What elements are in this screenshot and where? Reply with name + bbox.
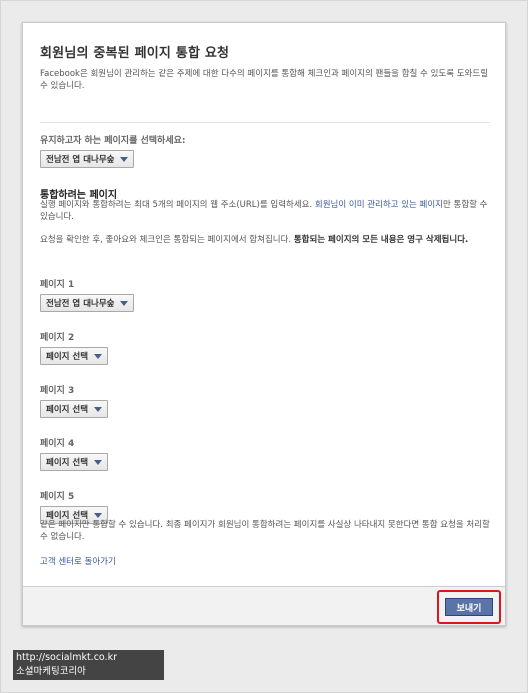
dropdown-arrow-icon <box>94 353 103 359</box>
dropdown-arrow-icon <box>94 406 103 412</box>
page-4-select-value: 페이지 선택 <box>46 458 89 468</box>
review-note: 요청을 확인한 후, 좋아요와 체크인은 통합되는 페이지에서 합쳐집니다. 통… <box>40 234 492 246</box>
keep-page-select-value: 전남전 엽 대나무숲 <box>46 155 115 165</box>
intro-text: Facebook은 회원님이 관리하는 같은 주제에 대한 다수의 페이지를 통… <box>40 69 489 91</box>
watermark: http://socialmkt.co.kr 소셜마케팅코리아 <box>13 650 164 680</box>
review-note-text: 요청을 확인한 후, 좋아요와 체크인은 통합되는 페이지에서 합쳐집니다. <box>40 235 294 245</box>
page-2-select-value: 페이지 선택 <box>46 352 89 362</box>
watermark-name: 소셜마케팅코리아 <box>16 666 86 677</box>
page-5-label: 페이지 5 <box>40 492 75 502</box>
dropdown-arrow-icon <box>94 512 103 518</box>
page-title: 회원님의 중복된 페이지 통합 요청 <box>40 46 230 61</box>
merge-description-text: 실행 페이지와 통합하려는 최대 5개의 페이지의 웹 주소(URL)를 입력하… <box>40 200 315 210</box>
help-center-link[interactable]: 고객 센터로 돌아가기 <box>40 556 492 568</box>
dropdown-arrow-icon <box>120 300 129 306</box>
page-1-select-value: 전남전 엽 대나무숲 <box>46 299 115 309</box>
managed-pages-link[interactable]: 회원님이 이미 관리하고 있는 페이지 <box>315 200 443 210</box>
page-3-select-value: 페이지 선택 <box>46 405 89 415</box>
divider <box>40 122 490 123</box>
keep-page-select[interactable]: 전남전 엽 대나무숲 <box>40 150 135 168</box>
keep-page-label: 유지하고자 하는 페이지를 선택하세요: <box>40 136 186 146</box>
review-note-warning: 통합되는 페이지의 모든 내용은 영구 삭제됩니다. <box>293 235 469 245</box>
dialog-footer: 보내기 <box>23 586 505 625</box>
page-3-select[interactable]: 페이지 선택 <box>40 400 109 418</box>
send-button[interactable]: 보내기 <box>445 598 493 616</box>
page-1-select[interactable]: 전남전 엽 대나무숲 <box>40 294 135 312</box>
merge-description: 실행 페이지와 통합하려는 최대 5개의 페이지의 웹 주소(URL)를 입력하… <box>40 199 492 223</box>
send-button-highlight: 보내기 <box>437 590 501 624</box>
footer-note: 같은 페이지만 통합할 수 있습니다. 최종 페이지가 회원님이 통합하려는 페… <box>40 520 490 542</box>
page-2-label: 페이지 2 <box>40 333 75 343</box>
page-4-select[interactable]: 페이지 선택 <box>40 453 109 471</box>
page-3-label: 페이지 3 <box>40 386 75 396</box>
dropdown-arrow-icon <box>120 156 129 162</box>
dropdown-arrow-icon <box>94 459 103 465</box>
page-4-label: 페이지 4 <box>40 439 75 449</box>
page-1-label: 페이지 1 <box>40 280 75 290</box>
watermark-url: http://socialmkt.co.kr <box>16 652 117 663</box>
merge-request-dialog: 회원님의 중복된 페이지 통합 요청 Facebook은 회원님이 관리하는 같… <box>22 22 506 626</box>
page-2-select[interactable]: 페이지 선택 <box>40 347 109 365</box>
